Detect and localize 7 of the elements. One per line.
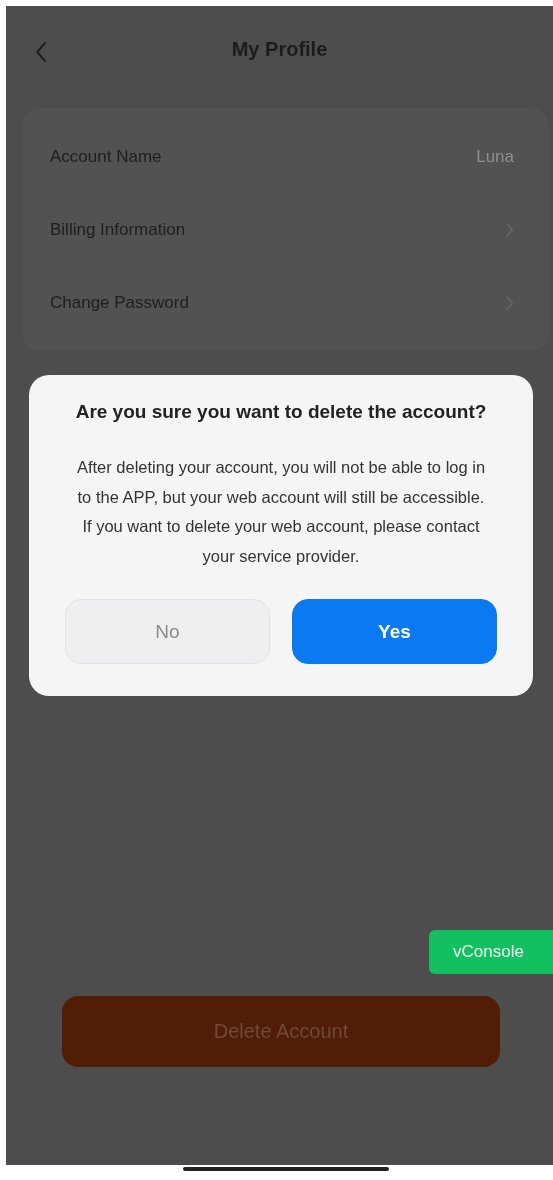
row-value: Luna (476, 146, 514, 167)
confirm-button[interactable]: Yes (292, 599, 497, 664)
cancel-button[interactable]: No (65, 599, 270, 664)
dialog-title: Are you sure you want to delete the account? (75, 401, 487, 423)
chevron-left-icon (36, 41, 48, 63)
dialog-message: After deleting your account, you will not be able to log in to the APP, but your web account will still be accessible. If you want to delete your web account, please contact your service provider. (75, 457, 487, 567)
vconsole-button[interactable]: vConsole (429, 930, 553, 974)
